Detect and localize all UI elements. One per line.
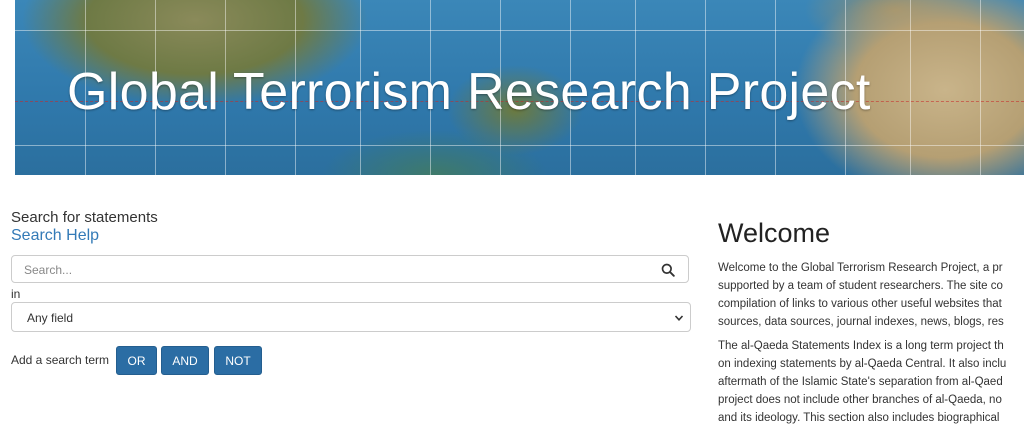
site-title: Global Terrorism Research Project (67, 63, 871, 121)
search-help-link[interactable]: Search Help (11, 227, 99, 245)
map-grid-line (980, 0, 981, 175)
in-label: in (11, 287, 21, 301)
paragraph-line: and its ideology. This section also incl… (718, 412, 1000, 424)
or-button[interactable]: OR (116, 346, 157, 375)
map-grid-line (910, 0, 911, 175)
add-term-label: Add a search term (11, 353, 110, 367)
search-heading: Search for statements (11, 209, 158, 226)
paragraph-line: compilation of links to various other us… (718, 298, 1002, 310)
search-icon[interactable] (661, 263, 675, 277)
not-button[interactable]: NOT (214, 346, 262, 375)
welcome-paragraph: Welcome to the Global Terrorism Research… (718, 259, 1024, 331)
search-input[interactable] (22, 256, 626, 284)
map-grid-line (15, 30, 1024, 31)
paragraph-line: sources, data sources, journal indexes, … (718, 316, 1004, 328)
chevron-down-icon (674, 315, 684, 321)
paragraph-line: The al-Qaeda Statements Index is a long … (718, 340, 1004, 352)
statements-index-paragraph: The al-Qaeda Statements Index is a long … (718, 337, 1024, 427)
field-select[interactable]: Any field (11, 302, 691, 332)
paragraph-line: Welcome to the Global Terrorism Research… (718, 262, 1003, 274)
paragraph-line: supported by a team of student researche… (718, 280, 1003, 292)
field-select-value: Any field (27, 311, 74, 325)
and-button[interactable]: AND (161, 346, 209, 375)
paragraph-line: on indexing statements by al-Qaeda Centr… (718, 358, 1007, 370)
paragraph-line: project does not include other branches … (718, 394, 1002, 406)
map-grid-line (15, 145, 1024, 146)
search-box (11, 255, 689, 284)
paragraph-line: aftermath of the Islamic State's separat… (718, 376, 1003, 388)
banner: Global Terrorism Research Project (15, 0, 1024, 175)
welcome-title: Welcome (718, 218, 831, 248)
